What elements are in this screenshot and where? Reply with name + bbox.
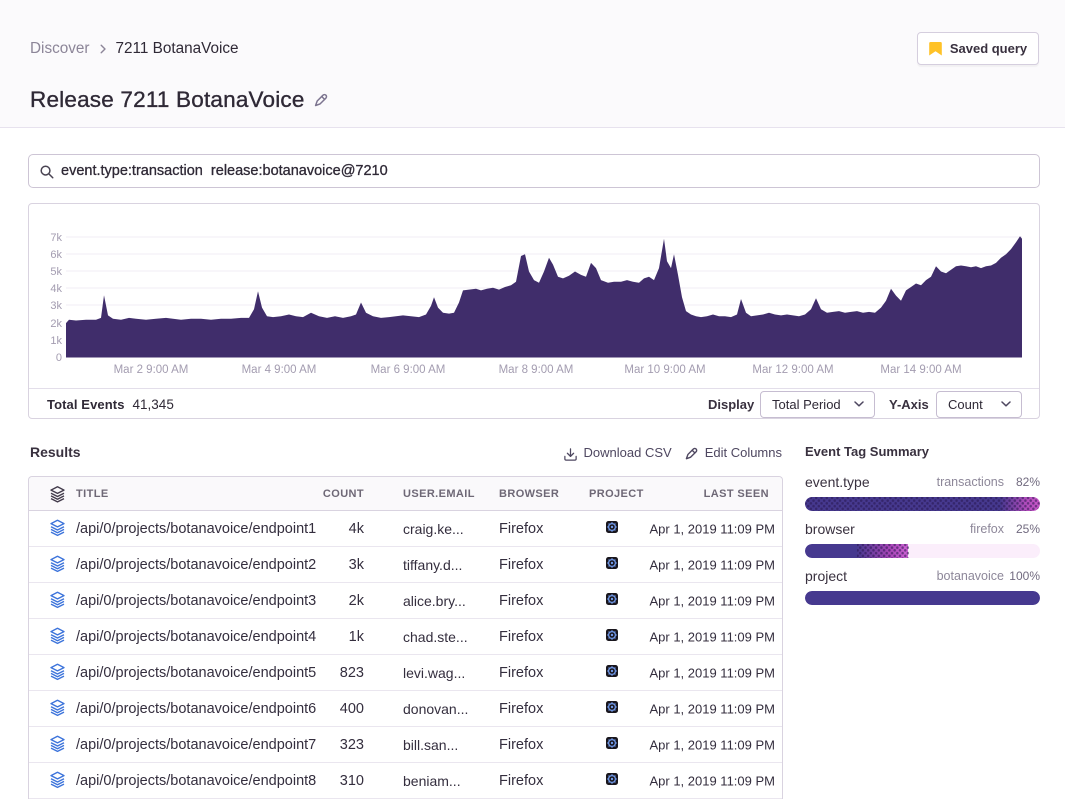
svg-text:Mar 4 9:00 AM: Mar 4 9:00 AM	[242, 364, 317, 376]
svg-text:5k: 5k	[50, 266, 62, 278]
svg-text:Mar 12 9:00 AM: Mar 12 9:00 AM	[752, 364, 833, 376]
svg-text:2k: 2k	[50, 318, 62, 330]
svg-text:0: 0	[56, 352, 62, 364]
svg-text:6k: 6k	[50, 249, 62, 261]
svg-text:4k: 4k	[50, 283, 62, 295]
svg-text:Mar 10 9:00 AM: Mar 10 9:00 AM	[624, 364, 705, 376]
svg-text:Mar 2 9:00 AM: Mar 2 9:00 AM	[114, 364, 189, 376]
svg-text:3k: 3k	[50, 300, 62, 312]
svg-text:1k: 1k	[50, 335, 62, 347]
svg-text:Mar 6 9:00 AM: Mar 6 9:00 AM	[371, 364, 446, 376]
svg-text:Mar 14 9:00 AM: Mar 14 9:00 AM	[880, 364, 961, 376]
svg-text:Mar 8 9:00 AM: Mar 8 9:00 AM	[499, 364, 574, 376]
svg-text:7k: 7k	[50, 232, 62, 244]
